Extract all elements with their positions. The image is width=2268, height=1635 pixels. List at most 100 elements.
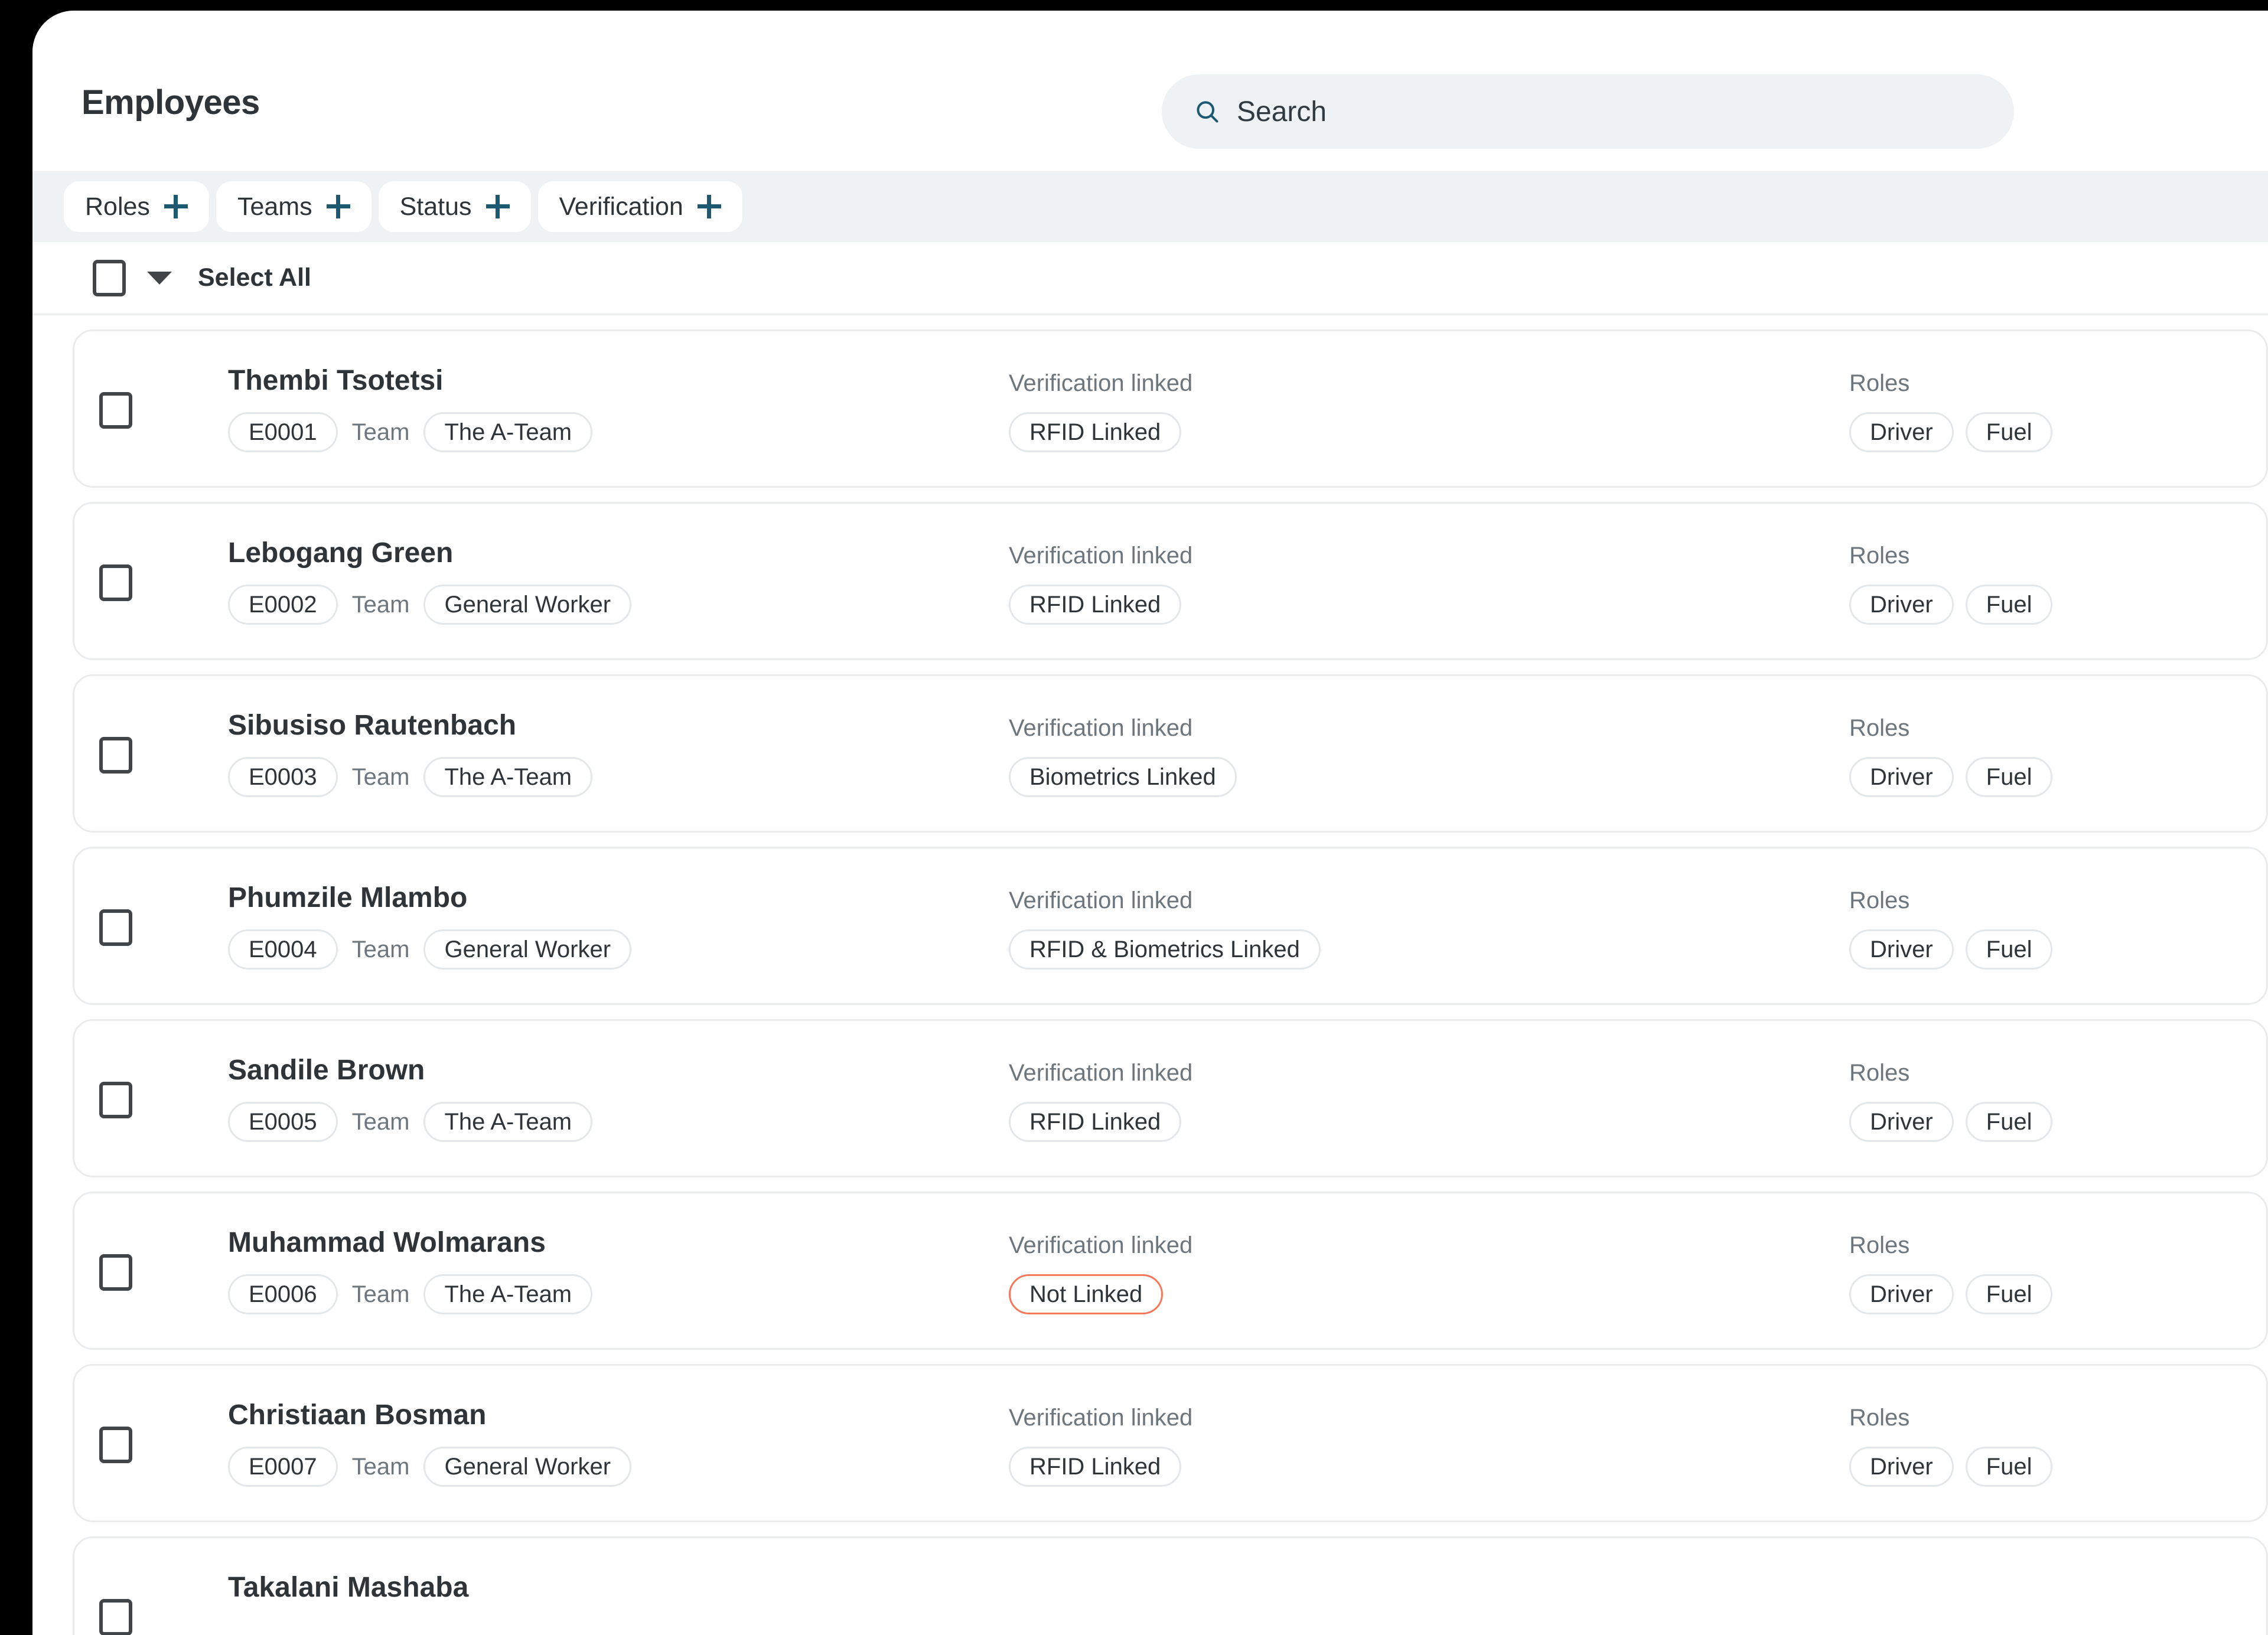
search-placeholder: Search xyxy=(1237,96,1327,128)
roles-column: Roles Driver Fuel xyxy=(1849,887,2053,970)
role-badge[interactable]: Driver xyxy=(1849,585,1954,625)
plus-icon[interactable] xyxy=(164,195,188,218)
employee-identity: Takalani Mashaba xyxy=(228,1571,468,1604)
roles-column: Roles Driver Fuel xyxy=(1849,715,2053,797)
employee-row-checkbox[interactable] xyxy=(99,392,132,429)
role-badge[interactable]: Fuel xyxy=(1965,757,2053,797)
verification-badges: RFID Linked xyxy=(1009,585,1192,625)
role-badge[interactable]: Driver xyxy=(1849,1102,1954,1142)
team-label: Team xyxy=(351,591,410,618)
roles-column-header: Roles xyxy=(1849,715,1910,741)
verification-status-badge[interactable]: RFID Linked xyxy=(1009,412,1182,452)
employee-meta: E0005 Team The A-Team xyxy=(228,1102,593,1142)
employee-name: Sibusiso Rautenbach xyxy=(228,710,517,741)
team-badge[interactable]: General Worker xyxy=(423,929,632,970)
employee-row[interactable]: Muhammad Wolmarans E0006 Team The A-Team Ver… xyxy=(73,1192,2268,1350)
employee-row-checkbox[interactable] xyxy=(99,1427,132,1463)
search-input[interactable]: Search xyxy=(1162,74,2014,149)
verification-status-badge[interactable]: RFID Linked xyxy=(1009,1447,1182,1487)
role-badge[interactable]: Driver xyxy=(1849,929,1954,970)
select-all-label: Select All xyxy=(198,263,311,292)
team-badge[interactable]: The A-Team xyxy=(423,412,593,452)
team-badge[interactable]: The A-Team xyxy=(423,1102,593,1142)
role-badge[interactable]: Fuel xyxy=(1965,585,2053,625)
verification-column-header: Verification linked xyxy=(1009,1405,1193,1431)
employee-name: Sandile Brown xyxy=(228,1055,425,1086)
team-label: Team xyxy=(351,763,410,790)
employee-row[interactable]: Takalani Mashaba xyxy=(73,1536,2268,1635)
roles-column: Roles Driver Fuel xyxy=(1849,1232,2053,1314)
employee-row-checkbox[interactable] xyxy=(99,1599,132,1635)
select-all-checkbox[interactable] xyxy=(93,259,126,296)
role-badge[interactable]: Fuel xyxy=(1965,1447,2053,1487)
employee-row[interactable]: Sandile Brown E0005 Team The A-Team Verifica… xyxy=(73,1019,2268,1177)
employee-id-badge: E0004 xyxy=(228,929,338,970)
employee-row-checkbox[interactable] xyxy=(99,909,132,946)
employee-row-checkbox[interactable] xyxy=(99,737,132,774)
team-badge[interactable]: The A-Team xyxy=(423,757,593,797)
filter-chip-teams[interactable]: Teams xyxy=(216,181,372,232)
employee-id-badge: E0002 xyxy=(228,585,338,625)
role-badge[interactable]: Fuel xyxy=(1965,412,2053,452)
team-label: Team xyxy=(351,1281,410,1307)
employee-identity: Thembi Tsotetsi E0001 Team The A-Team xyxy=(228,364,593,452)
role-badge[interactable]: Fuel xyxy=(1965,1274,2053,1314)
verification-column-header: Verification linked xyxy=(1009,887,1193,913)
employee-name: Lebogang Green xyxy=(228,537,454,569)
verification-badges: Biometrics Linked xyxy=(1009,757,1237,797)
employee-identity: Phumzile Mlambo E0004 Team General Worker xyxy=(228,882,632,970)
employee-row[interactable]: Lebogang Green E0002 Team General Worker Ver… xyxy=(73,502,2268,660)
filter-chip-label: Status xyxy=(399,192,472,221)
filter-chip-verification[interactable]: Verification xyxy=(537,181,742,232)
employee-row[interactable]: Phumzile Mlambo E0004 Team General Worker Ve… xyxy=(73,847,2268,1005)
verification-status-badge[interactable]: RFID & Biometrics Linked xyxy=(1009,929,1321,970)
verification-column-header: Verification linked xyxy=(1009,370,1193,396)
filter-chip-status[interactable]: Status xyxy=(378,181,531,232)
filter-chip-label: Roles xyxy=(85,192,150,221)
team-badge[interactable]: General Worker xyxy=(423,1447,632,1487)
verification-badges: RFID Linked xyxy=(1009,1102,1192,1142)
employee-row[interactable]: Thembi Tsotetsi E0001 Team The A-Team Verifi… xyxy=(73,329,2268,488)
verification-status-badge[interactable]: Not Linked xyxy=(1009,1274,1164,1314)
plus-icon[interactable] xyxy=(326,195,350,218)
employee-row[interactable]: Christiaan Bosman E0007 Team General Worker… xyxy=(73,1364,2268,1522)
filter-chip-roles[interactable]: Roles xyxy=(64,181,209,232)
role-badge[interactable]: Driver xyxy=(1849,412,1954,452)
employee-meta: E0002 Team General Worker xyxy=(228,585,632,625)
employees-panel: Employees Search Roles Teams Status Verific… xyxy=(32,11,2268,1635)
plus-icon[interactable] xyxy=(485,195,510,218)
employee-name: Thembi Tsotetsi xyxy=(228,365,444,396)
verification-column: Verification linked RFID Linked xyxy=(1009,1060,1192,1142)
employee-identity: Christiaan Bosman E0007 Team General Worker xyxy=(228,1399,632,1487)
employee-name: Christiaan Bosman xyxy=(228,1399,487,1431)
role-badge[interactable]: Fuel xyxy=(1965,1102,2053,1142)
team-label: Team xyxy=(351,419,410,445)
verification-column: Verification linked RFID Linked xyxy=(1009,543,1192,625)
verification-status-badge[interactable]: Biometrics Linked xyxy=(1009,757,1237,797)
verification-status-badge[interactable]: RFID Linked xyxy=(1009,1102,1182,1142)
verification-status-badge[interactable]: RFID Linked xyxy=(1009,585,1182,625)
role-badge[interactable]: Driver xyxy=(1849,757,1954,797)
roles-column-header: Roles xyxy=(1849,887,1910,913)
team-badge[interactable]: The A-Team xyxy=(423,1274,593,1314)
employee-row-checkbox[interactable] xyxy=(99,1082,132,1118)
role-badges: Driver Fuel xyxy=(1849,412,2053,452)
employee-row-checkbox[interactable] xyxy=(99,564,132,601)
role-badge[interactable]: Driver xyxy=(1849,1447,1954,1487)
employee-identity: Sandile Brown E0005 Team The A-Team xyxy=(228,1054,593,1142)
roles-column: Roles Driver Fuel xyxy=(1849,1060,2053,1142)
team-badge[interactable]: General Worker xyxy=(423,585,632,625)
verification-column: Verification linked RFID Linked xyxy=(1009,1405,1192,1487)
chevron-down-icon[interactable] xyxy=(147,271,172,285)
employee-row-checkbox[interactable] xyxy=(99,1254,132,1291)
roles-column-header: Roles xyxy=(1849,370,1910,396)
verification-badges: Not Linked xyxy=(1009,1274,1192,1314)
role-badge[interactable]: Fuel xyxy=(1965,929,2053,970)
roles-column: Roles Driver Fuel xyxy=(1849,543,2053,625)
role-badge[interactable]: Driver xyxy=(1849,1274,1954,1314)
role-badges: Driver Fuel xyxy=(1849,1274,2053,1314)
employee-meta: E0007 Team General Worker xyxy=(228,1447,632,1487)
plus-icon[interactable] xyxy=(697,195,721,218)
employee-id-badge: E0006 xyxy=(228,1274,338,1314)
employee-row[interactable]: Sibusiso Rautenbach E0003 Team The A-Team Ve… xyxy=(73,674,2268,833)
